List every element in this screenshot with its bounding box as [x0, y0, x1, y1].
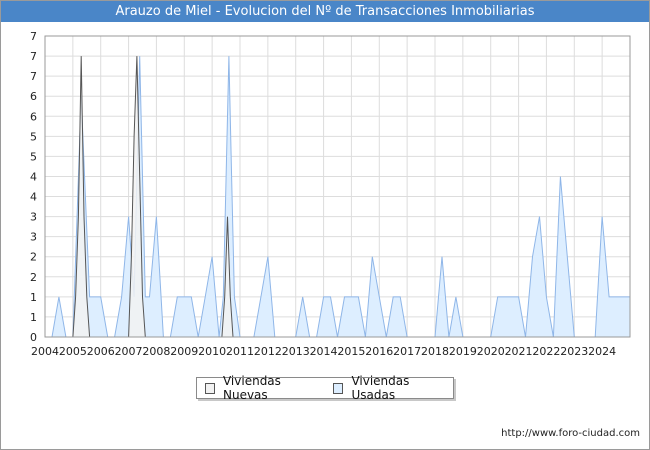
legend-label-nuevas: Viviendas Nuevas [222, 374, 281, 402]
legend-label-usadas: Viviendas Usadas [351, 374, 410, 402]
x-tick-label: 2007 [115, 345, 143, 358]
x-tick-label: 2021 [505, 345, 533, 358]
x-tick-label: 2017 [393, 345, 421, 358]
x-tick-label: 2010 [198, 345, 226, 358]
y-tick-label: 7 [30, 70, 37, 83]
legend-item-usadas: Viviendas Usadas [333, 374, 445, 402]
x-tick-label: 2022 [532, 345, 560, 358]
x-tick-label: 2020 [477, 345, 505, 358]
y-tick-label: 2 [30, 271, 37, 284]
x-tick-label: 2011 [226, 345, 254, 358]
legend-swatch-usadas [333, 382, 344, 394]
x-tick-label: 2015 [337, 345, 365, 358]
x-tick-label: 2012 [254, 345, 282, 358]
x-tick-label: 2005 [59, 345, 87, 358]
y-tick-label: 3 [30, 231, 37, 244]
y-tick-label: 1 [30, 311, 37, 324]
x-tick-label: 2013 [282, 345, 310, 358]
legend-swatch-nuevas [205, 382, 215, 394]
x-tick-label: 2023 [560, 345, 588, 358]
x-tick-label: 2009 [170, 345, 198, 358]
y-tick-label: 6 [30, 90, 37, 103]
x-tick-label: 2004 [31, 345, 59, 358]
y-tick-label: 7 [30, 50, 37, 63]
y-tick-label: 0 [30, 331, 37, 344]
x-tick-label: 2006 [87, 345, 115, 358]
y-tick-label: 4 [30, 170, 37, 183]
y-tick-label: 6 [30, 110, 37, 123]
x-tick-label: 2018 [421, 345, 449, 358]
y-tick-label: 2 [30, 251, 37, 264]
y-tick-label: 5 [30, 130, 37, 143]
y-tick-label: 1 [30, 291, 37, 304]
x-tick-label: 2008 [142, 345, 170, 358]
x-tick-label: 2019 [449, 345, 477, 358]
y-tick-label: 7 [30, 30, 37, 43]
x-tick-label: 2024 [588, 345, 616, 358]
legend: Viviendas Nuevas Viviendas Usadas [196, 374, 454, 402]
footer-url[interactable]: http://www.foro-ciudad.com [501, 428, 640, 439]
legend-item-nuevas: Viviendas Nuevas [205, 374, 317, 402]
y-tick-label: 4 [30, 191, 37, 204]
x-tick-label: 2016 [365, 345, 393, 358]
x-tick-label: 2014 [310, 345, 338, 358]
y-tick-label: 3 [30, 211, 37, 224]
y-tick-label: 5 [30, 150, 37, 163]
